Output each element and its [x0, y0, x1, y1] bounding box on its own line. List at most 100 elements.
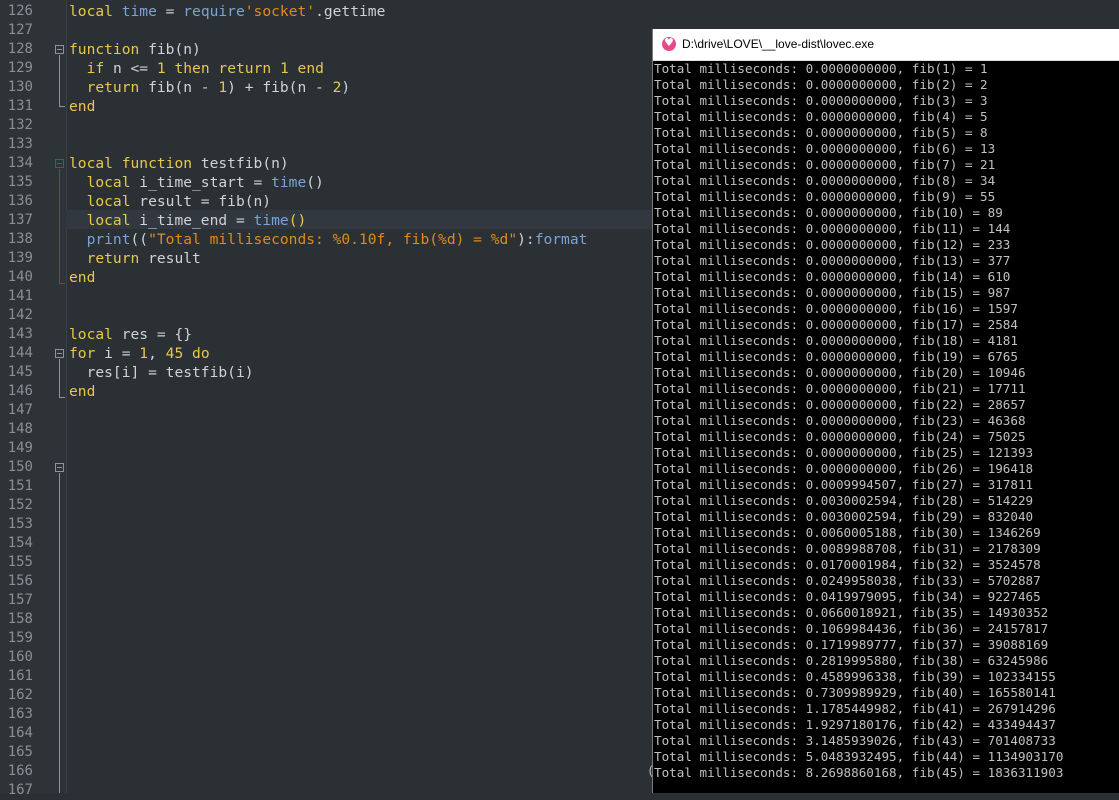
- console-title: D:\drive\LOVE\__love-dist\lovec.exe: [682, 37, 875, 51]
- line-number: 146: [7, 383, 33, 399]
- code-token: local: [86, 193, 131, 210]
- line-number: 149: [7, 440, 33, 456]
- code-token: local: [86, 212, 131, 229]
- console-output-line: Total milliseconds: 0.0660018921, fib(35…: [654, 605, 1049, 620]
- console-output-line: Total milliseconds: 0.0030002594, fib(28…: [654, 493, 1034, 508]
- line-number: 151: [7, 478, 33, 494]
- console-output-line: Total milliseconds: 8.2698860168, fib(45…: [654, 765, 1064, 780]
- code-token: ((: [130, 231, 149, 248]
- code-token: function: [69, 41, 140, 58]
- line-number: 167: [7, 782, 33, 798]
- code-token: res = {}: [112, 326, 193, 343]
- line-number: 135: [7, 174, 33, 190]
- code-token: fib(n): [139, 41, 201, 58]
- console-output-line: Total milliseconds: 0.4589996338, fib(39…: [654, 669, 1056, 684]
- code-token: return: [218, 60, 272, 77]
- code-token: fib(n -: [139, 79, 219, 96]
- line-number: 150: [7, 459, 33, 475]
- console-output-line: Total milliseconds: 0.0009994507, fib(27…: [654, 477, 1034, 492]
- console-output-line: Total milliseconds: 0.1719989777, fib(37…: [654, 637, 1049, 652]
- code-token: if: [86, 60, 105, 77]
- line-number: 129: [7, 60, 33, 76]
- line-number: 137: [7, 212, 33, 228]
- code-token: testfib(n): [192, 155, 289, 172]
- code-token: local: [69, 155, 113, 172]
- console-output-line: Total milliseconds: 0.0000000000, fib(19…: [654, 349, 1018, 364]
- code-token: 1: [279, 60, 289, 77]
- fold-toggle-function-testfib[interactable]: [55, 159, 64, 168]
- console-output-line: Total milliseconds: 1.9297180176, fib(42…: [654, 717, 1056, 732]
- console-output-line: Total milliseconds: 0.0060005188, fib(30…: [654, 525, 1041, 540]
- code-token: end: [69, 269, 96, 286]
- line-number: 139: [7, 250, 33, 266]
- code-line: local i_time_start = time(): [69, 173, 324, 192]
- code-line: res[i] = testfib(i): [69, 363, 254, 382]
- line-number: 166: [7, 763, 33, 779]
- line-number: 162: [7, 687, 33, 703]
- console-output-line: Total milliseconds: 0.0000000000, fib(10…: [654, 205, 1003, 220]
- line-number: 155: [7, 554, 33, 570]
- line-number: 159: [7, 630, 33, 646]
- code-line: for i = 1, 45 do: [69, 344, 210, 363]
- fold-guide: [59, 473, 60, 793]
- code-token: ,: [148, 345, 166, 362]
- console-output-line: Total milliseconds: 0.0089988708, fib(31…: [654, 541, 1041, 556]
- code-token: ) + fib(n -: [227, 79, 333, 96]
- code-line: print(("Total milliseconds: %0.10f, fib(…: [69, 230, 588, 249]
- console-output-line: Total milliseconds: 0.0000000000, fib(5)…: [654, 125, 988, 140]
- code-token: i_time_end =: [130, 212, 254, 229]
- console-output-line: Total milliseconds: 0.0000000000, fib(4)…: [654, 109, 988, 124]
- console-output-line: Total milliseconds: 0.0000000000, fib(3)…: [654, 93, 988, 108]
- code-token: print: [86, 231, 131, 248]
- code-line: return fib(n - 1) + fib(n - 2): [69, 78, 351, 97]
- console-output-line: Total milliseconds: 0.0000000000, fib(7)…: [654, 157, 996, 172]
- console-output-line: Total milliseconds: 0.0000000000, fib(24…: [654, 429, 1026, 444]
- line-number: 132: [7, 117, 33, 133]
- console-output-line: Total milliseconds: 0.0000000000, fib(23…: [654, 413, 1026, 428]
- console-output-line: Total milliseconds: 0.0000000000, fib(16…: [654, 301, 1018, 316]
- code-token: result: [139, 250, 201, 267]
- console-output-line: Total milliseconds: 0.0249958038, fib(33…: [654, 573, 1041, 588]
- line-number: 156: [7, 573, 33, 589]
- line-number: 126: [7, 3, 33, 19]
- code-token: =: [156, 3, 184, 20]
- code-line: local res = {}: [69, 325, 192, 344]
- code-token: format: [534, 231, 588, 248]
- fold-toggle-empty[interactable]: [55, 463, 64, 472]
- console-output-line: Total milliseconds: 0.0000000000, fib(9)…: [654, 189, 996, 204]
- console-output-line: Total milliseconds: 0.0000000000, fib(20…: [654, 365, 1026, 380]
- console-window[interactable]: D:\drive\LOVE\__love-dist\lovec.exe Tota…: [647, 29, 1119, 793]
- console-output: Total milliseconds: 0.0000000000, fib(1)…: [654, 61, 1119, 781]
- fold-toggle-for-loop[interactable]: [55, 349, 64, 358]
- line-number: 131: [7, 98, 33, 114]
- code-token: time: [121, 3, 157, 20]
- fold-end: [59, 283, 65, 284]
- code-line: local result = fib(n): [69, 192, 272, 211]
- console-title-bar[interactable]: D:\drive\LOVE\__love-dist\lovec.exe: [653, 29, 1119, 61]
- line-number: 157: [7, 592, 33, 608]
- console-output-line: Total milliseconds: 0.0000000000, fib(14…: [654, 269, 1011, 284]
- console-output-line: Total milliseconds: 0.2819995880, fib(38…: [654, 653, 1049, 668]
- line-number: 147: [7, 402, 33, 418]
- code-token: return: [86, 250, 140, 267]
- code-token: ):: [517, 231, 535, 248]
- console-output-line: Total milliseconds: 0.0000000000, fib(13…: [654, 253, 1011, 268]
- code-line: if n <= 1 then return 1 end: [69, 59, 324, 78]
- line-number: 130: [7, 79, 33, 95]
- line-number: 140: [7, 269, 33, 285]
- console-caret: (: [647, 764, 655, 778]
- code-line: end: [69, 382, 95, 401]
- line-number: 160: [7, 649, 33, 665]
- fold-guide: [59, 359, 60, 397]
- console-output-line: Total milliseconds: 0.1069984436, fib(36…: [654, 621, 1049, 636]
- console-output-line: Total milliseconds: 0.7309989929, fib(40…: [654, 685, 1056, 700]
- code-token: time: [253, 212, 289, 229]
- fold-toggle-function-fib[interactable]: [55, 45, 64, 54]
- code-token: require: [183, 3, 245, 20]
- line-number: 158: [7, 611, 33, 627]
- console-output-line: Total milliseconds: 0.0000000000, fib(22…: [654, 397, 1026, 412]
